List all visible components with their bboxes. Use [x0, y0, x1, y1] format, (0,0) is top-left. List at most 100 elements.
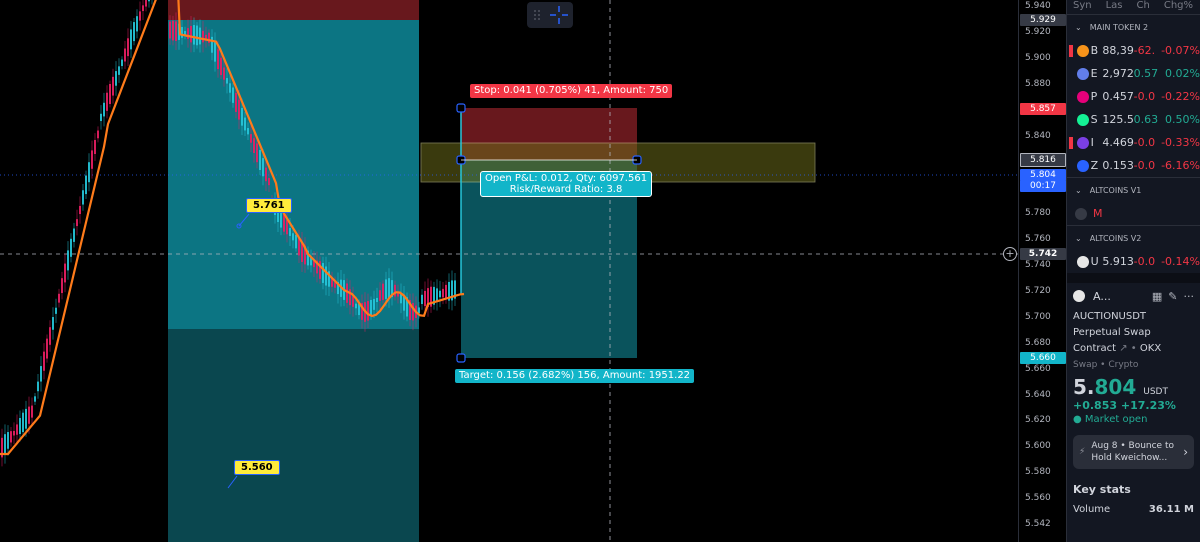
candle [223, 67, 225, 80]
price-tick: 5.760 [1025, 234, 1051, 245]
price-tick: 5.640 [1025, 389, 1051, 400]
candle [127, 38, 129, 57]
volume-row: Volume 36.11 M [1073, 504, 1194, 515]
candle [175, 21, 177, 41]
watchlist-row[interactable]: B 88,39 -62. -0.07% [1067, 39, 1200, 62]
open-pnl-box[interactable]: Open P&L: 0.012, Qty: 6097.561 Risk/Rewa… [480, 171, 653, 197]
candle [112, 76, 114, 96]
candle [130, 29, 132, 50]
candle [367, 301, 369, 321]
countdown-timer: 00:17 [1020, 180, 1066, 192]
candle [199, 27, 201, 45]
section-altcoins-v1[interactable]: ⌄ ALTCOINS V1 [1067, 178, 1200, 202]
price-badge-cursor: 5.742 [1020, 248, 1066, 260]
candle [103, 102, 105, 117]
price-axis[interactable]: 5.9405.9205.9005.8805.8605.8405.8205.800… [1018, 0, 1066, 542]
candle [232, 87, 234, 103]
price-tick: 5.620 [1025, 415, 1051, 426]
symbol-details: A... ▦ ✎ ··· AUCTIONUSDT Perpetual Swap … [1073, 289, 1195, 515]
candle [385, 279, 387, 299]
market-status: ● Market open [1073, 414, 1148, 425]
news-item[interactable]: ⚡ Aug 8 • Bounce to Hold Kweichow... › [1073, 435, 1194, 469]
watchlist-row[interactable]: P 0.457 -0.0 -0.22% [1067, 85, 1200, 108]
candle [226, 78, 228, 84]
stop-label[interactable]: Stop: 0.041 (0.705%) 41, Amount: 750 [470, 84, 673, 98]
candle [46, 338, 48, 359]
more-icon[interactable]: ··· [1184, 290, 1195, 303]
token-icon [1076, 255, 1089, 268]
watchlist-header: Syn Las Ch Chg% [1067, 0, 1200, 14]
watchlist-panel: Syn Las Ch Chg% ⌄ MAIN TOKEN 2 B 88,39 -62… [1066, 0, 1200, 542]
candle [265, 167, 267, 182]
watchlist-row[interactable]: I 4.469 -0.0 -0.33% [1067, 131, 1200, 154]
price-tick: 5.920 [1025, 26, 1051, 37]
col-change-pct[interactable]: Chg% [1164, 0, 1193, 14]
candle [88, 162, 90, 183]
edit-icon[interactable]: ✎ [1168, 290, 1177, 303]
grid-icon[interactable]: ▦ [1152, 290, 1162, 303]
candle [16, 424, 18, 435]
target-label[interactable]: Target: 0.156 (2.682%) 156, Amount: 1951… [455, 369, 695, 383]
candle [439, 290, 441, 298]
token-icon [1076, 113, 1089, 126]
candle [190, 25, 192, 43]
watchlist-row[interactable]: E 2,972 0.57 0.02% [1067, 62, 1200, 85]
candle [217, 49, 219, 70]
candle [94, 139, 96, 155]
candle [202, 30, 204, 43]
section-main-token[interactable]: ⌄ MAIN TOKEN 2 [1067, 15, 1200, 39]
candle [214, 42, 216, 62]
external-link-icon[interactable]: ↗ [1119, 343, 1127, 354]
col-change[interactable]: Ch [1137, 0, 1150, 14]
candle [289, 228, 291, 236]
col-symbol[interactable]: Syn [1073, 0, 1092, 14]
candle [388, 278, 390, 298]
row-flag [1069, 44, 1073, 57]
price-tick: 5.900 [1025, 52, 1051, 63]
position-handle [456, 103, 466, 113]
risk-reward-text: Risk/Reward Ratio: 3.8 [509, 184, 623, 195]
candle [211, 36, 213, 53]
chart-canvas[interactable]: Stop: 0.041 (0.705%) 41, Amount: 750 Ope… [0, 0, 1066, 542]
row-flag [1069, 136, 1073, 149]
candle [13, 430, 15, 436]
price-badge-target: 5.660 [1020, 352, 1066, 364]
candle [28, 406, 30, 424]
key-stats-heading: Key stats [1073, 483, 1131, 496]
candle [169, 21, 171, 39]
add-alert-icon[interactable]: + [1003, 247, 1017, 261]
candle [31, 405, 33, 418]
watchlist-row-auction[interactable]: U 5.913 -0.0 -0.14% [1067, 250, 1200, 273]
candle [253, 138, 255, 153]
price-badge-entry: 5.816 [1020, 153, 1066, 167]
row-flag [1069, 68, 1073, 80]
section-altcoins-v2[interactable]: ⌄ ALTCOINS V2 [1067, 226, 1200, 250]
candle [64, 263, 66, 283]
candle [229, 83, 231, 93]
price-flag-high[interactable]: 5.761 [246, 198, 292, 213]
candle [25, 408, 27, 429]
candle [322, 263, 324, 283]
token-icon [1076, 136, 1089, 149]
price-change: +0.853 +17.23% [1073, 399, 1176, 412]
candle [286, 220, 288, 235]
col-last[interactable]: Las [1106, 0, 1123, 14]
watchlist-row[interactable]: S 125.5 0.63 0.50% [1067, 108, 1200, 131]
candle [256, 143, 258, 163]
candle [193, 25, 195, 45]
candle [295, 234, 297, 249]
token-icon [1076, 159, 1089, 172]
drawing-tool-button[interactable] [527, 2, 573, 28]
price-flag-low[interactable]: 5.560 [234, 460, 280, 475]
candle [109, 84, 111, 104]
candle [91, 150, 93, 169]
watchlist-row[interactable]: Z 0.153 -0.0 -6.16% [1067, 154, 1200, 177]
candle [436, 288, 438, 302]
candle [325, 266, 327, 286]
candle [238, 99, 240, 120]
price-tick: 5.700 [1025, 311, 1051, 322]
candle [133, 22, 135, 42]
candle [58, 293, 60, 303]
list-item[interactable]: M [1067, 202, 1200, 225]
token-icon [1075, 207, 1087, 220]
